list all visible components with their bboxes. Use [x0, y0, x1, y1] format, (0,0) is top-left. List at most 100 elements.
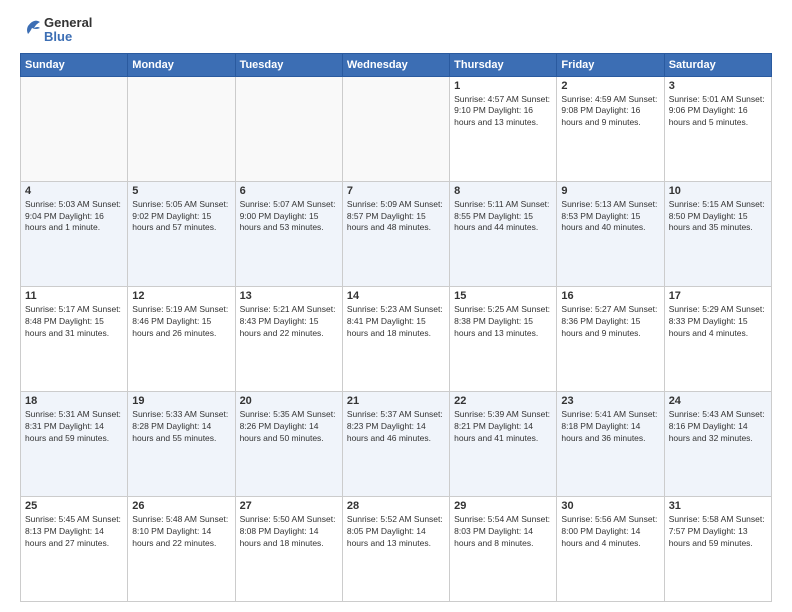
day-number-17: 17	[669, 290, 767, 302]
day-number-13: 13	[240, 290, 338, 302]
day-info-23: Sunrise: 5:41 AM Sunset: 8:18 PM Dayligh…	[561, 409, 659, 445]
empty-cell	[342, 76, 449, 181]
day-info-8: Sunrise: 5:11 AM Sunset: 8:55 PM Dayligh…	[454, 199, 552, 235]
day-cell-12: 12 Sunrise: 5:19 AM Sunset: 8:46 PM Dayli…	[128, 286, 235, 391]
day-cell-1: 1Sunrise: 4:57 AM Sunset: 9:10 PM Daylig…	[450, 76, 557, 181]
day-cell-6: 6Sunrise: 5:07 AM Sunset: 9:00 PM Daylig…	[235, 181, 342, 286]
day-cell-29: 29Sunrise: 5:54 AM Sunset: 8:03 PM Dayli…	[450, 496, 557, 601]
day-number-26: 26	[132, 500, 230, 512]
logo: General Blue	[20, 16, 92, 45]
weekday-header-friday: Friday	[557, 53, 664, 76]
day-number-9: 9	[561, 185, 659, 197]
day-info-6: Sunrise: 5:07 AM Sunset: 9:00 PM Dayligh…	[240, 199, 338, 235]
day-cell-30: 30 Sunrise: 5:56 AM Sunset: 8:00 PM Dayli…	[557, 496, 664, 601]
day-info-31: Sunrise: 5:58 AM Sunset: 7:57 PM Dayligh…	[669, 514, 767, 550]
day-number-27: 27	[240, 500, 338, 512]
day-cell-14: 14Sunrise: 5:23 AM Sunset: 8:41 PM Dayli…	[342, 286, 449, 391]
day-number-29: 29	[454, 500, 552, 512]
empty-cell	[128, 76, 235, 181]
day-cell-8: 8 Sunrise: 5:11 AM Sunset: 8:55 PM Daylig…	[450, 181, 557, 286]
day-info-25: Sunrise: 5:45 AM Sunset: 8:13 PM Dayligh…	[25, 514, 123, 550]
day-cell-3: 3 Sunrise: 5:01 AM Sunset: 9:06 PM Daylig…	[664, 76, 771, 181]
day-cell-22: 22 Sunrise: 5:39 AM Sunset: 8:21 PM Dayli…	[450, 391, 557, 496]
day-number-2: 2	[561, 80, 659, 92]
page-header: General Blue	[20, 16, 772, 45]
day-cell-23: 23 Sunrise: 5:41 AM Sunset: 8:18 PM Dayli…	[557, 391, 664, 496]
week-row-4: 18Sunrise: 5:31 AM Sunset: 8:31 PM Dayli…	[21, 391, 772, 496]
weekday-header-saturday: Saturday	[664, 53, 771, 76]
day-cell-20: 20 Sunrise: 5:35 AM Sunset: 8:26 PM Dayli…	[235, 391, 342, 496]
day-info-22: Sunrise: 5:39 AM Sunset: 8:21 PM Dayligh…	[454, 409, 552, 445]
day-info-24: Sunrise: 5:43 AM Sunset: 8:16 PM Dayligh…	[669, 409, 767, 445]
logo-blue: Blue	[44, 30, 92, 44]
day-info-20: Sunrise: 5:35 AM Sunset: 8:26 PM Dayligh…	[240, 409, 338, 445]
day-cell-9: 9 Sunrise: 5:13 AM Sunset: 8:53 PM Daylig…	[557, 181, 664, 286]
day-info-17: Sunrise: 5:29 AM Sunset: 8:33 PM Dayligh…	[669, 304, 767, 340]
day-info-16: Sunrise: 5:27 AM Sunset: 8:36 PM Dayligh…	[561, 304, 659, 340]
day-info-5: Sunrise: 5:05 AM Sunset: 9:02 PM Dayligh…	[132, 199, 230, 235]
calendar-body: 1Sunrise: 4:57 AM Sunset: 9:10 PM Daylig…	[21, 76, 772, 601]
weekday-header-wednesday: Wednesday	[342, 53, 449, 76]
day-info-30: Sunrise: 5:56 AM Sunset: 8:00 PM Dayligh…	[561, 514, 659, 550]
weekday-header-monday: Monday	[128, 53, 235, 76]
weekday-header-sunday: Sunday	[21, 53, 128, 76]
day-number-7: 7	[347, 185, 445, 197]
day-info-18: Sunrise: 5:31 AM Sunset: 8:31 PM Dayligh…	[25, 409, 123, 445]
day-info-26: Sunrise: 5:48 AM Sunset: 8:10 PM Dayligh…	[132, 514, 230, 550]
day-info-10: Sunrise: 5:15 AM Sunset: 8:50 PM Dayligh…	[669, 199, 767, 235]
weekday-header-tuesday: Tuesday	[235, 53, 342, 76]
day-cell-18: 18Sunrise: 5:31 AM Sunset: 8:31 PM Dayli…	[21, 391, 128, 496]
day-number-31: 31	[669, 500, 767, 512]
day-cell-25: 25Sunrise: 5:45 AM Sunset: 8:13 PM Dayli…	[21, 496, 128, 601]
day-cell-26: 26 Sunrise: 5:48 AM Sunset: 8:10 PM Dayli…	[128, 496, 235, 601]
day-cell-21: 21Sunrise: 5:37 AM Sunset: 8:23 PM Dayli…	[342, 391, 449, 496]
day-info-13: Sunrise: 5:21 AM Sunset: 8:43 PM Dayligh…	[240, 304, 338, 340]
empty-cell	[21, 76, 128, 181]
calendar-page: General Blue SundayMondayTuesdayWednesda…	[0, 0, 792, 612]
weekday-header-row: SundayMondayTuesdayWednesdayThursdayFrid…	[21, 53, 772, 76]
day-number-1: 1	[454, 80, 552, 92]
day-info-15: Sunrise: 5:25 AM Sunset: 8:38 PM Dayligh…	[454, 304, 552, 340]
logo-bird-icon	[20, 16, 42, 38]
day-cell-2: 2 Sunrise: 4:59 AM Sunset: 9:08 PM Daylig…	[557, 76, 664, 181]
day-info-2: Sunrise: 4:59 AM Sunset: 9:08 PM Dayligh…	[561, 94, 659, 130]
calendar-table: SundayMondayTuesdayWednesdayThursdayFrid…	[20, 53, 772, 602]
day-number-11: 11	[25, 290, 123, 302]
day-number-30: 30	[561, 500, 659, 512]
day-cell-27: 27 Sunrise: 5:50 AM Sunset: 8:08 PM Dayli…	[235, 496, 342, 601]
day-info-27: Sunrise: 5:50 AM Sunset: 8:08 PM Dayligh…	[240, 514, 338, 550]
day-number-4: 4	[25, 185, 123, 197]
empty-cell	[235, 76, 342, 181]
weekday-header-thursday: Thursday	[450, 53, 557, 76]
day-cell-28: 28Sunrise: 5:52 AM Sunset: 8:05 PM Dayli…	[342, 496, 449, 601]
day-cell-19: 19 Sunrise: 5:33 AM Sunset: 8:28 PM Dayli…	[128, 391, 235, 496]
day-number-22: 22	[454, 395, 552, 407]
day-number-10: 10	[669, 185, 767, 197]
day-info-3: Sunrise: 5:01 AM Sunset: 9:06 PM Dayligh…	[669, 94, 767, 130]
day-number-23: 23	[561, 395, 659, 407]
week-row-5: 25Sunrise: 5:45 AM Sunset: 8:13 PM Dayli…	[21, 496, 772, 601]
day-number-5: 5	[132, 185, 230, 197]
day-info-19: Sunrise: 5:33 AM Sunset: 8:28 PM Dayligh…	[132, 409, 230, 445]
logo-general: General	[44, 16, 92, 30]
day-cell-15: 15 Sunrise: 5:25 AM Sunset: 8:38 PM Dayli…	[450, 286, 557, 391]
day-info-11: Sunrise: 5:17 AM Sunset: 8:48 PM Dayligh…	[25, 304, 123, 340]
day-number-20: 20	[240, 395, 338, 407]
week-row-2: 4 Sunrise: 5:03 AM Sunset: 9:04 PM Daylig…	[21, 181, 772, 286]
day-info-12: Sunrise: 5:19 AM Sunset: 8:46 PM Dayligh…	[132, 304, 230, 340]
day-cell-24: 24Sunrise: 5:43 AM Sunset: 8:16 PM Dayli…	[664, 391, 771, 496]
day-info-4: Sunrise: 5:03 AM Sunset: 9:04 PM Dayligh…	[25, 199, 123, 235]
day-info-28: Sunrise: 5:52 AM Sunset: 8:05 PM Dayligh…	[347, 514, 445, 550]
day-info-9: Sunrise: 5:13 AM Sunset: 8:53 PM Dayligh…	[561, 199, 659, 235]
day-number-3: 3	[669, 80, 767, 92]
day-number-8: 8	[454, 185, 552, 197]
week-row-1: 1Sunrise: 4:57 AM Sunset: 9:10 PM Daylig…	[21, 76, 772, 181]
day-info-14: Sunrise: 5:23 AM Sunset: 8:41 PM Dayligh…	[347, 304, 445, 340]
day-cell-13: 13 Sunrise: 5:21 AM Sunset: 8:43 PM Dayli…	[235, 286, 342, 391]
day-number-12: 12	[132, 290, 230, 302]
day-cell-17: 17 Sunrise: 5:29 AM Sunset: 8:33 PM Dayli…	[664, 286, 771, 391]
day-number-15: 15	[454, 290, 552, 302]
day-info-21: Sunrise: 5:37 AM Sunset: 8:23 PM Dayligh…	[347, 409, 445, 445]
day-number-19: 19	[132, 395, 230, 407]
day-number-16: 16	[561, 290, 659, 302]
